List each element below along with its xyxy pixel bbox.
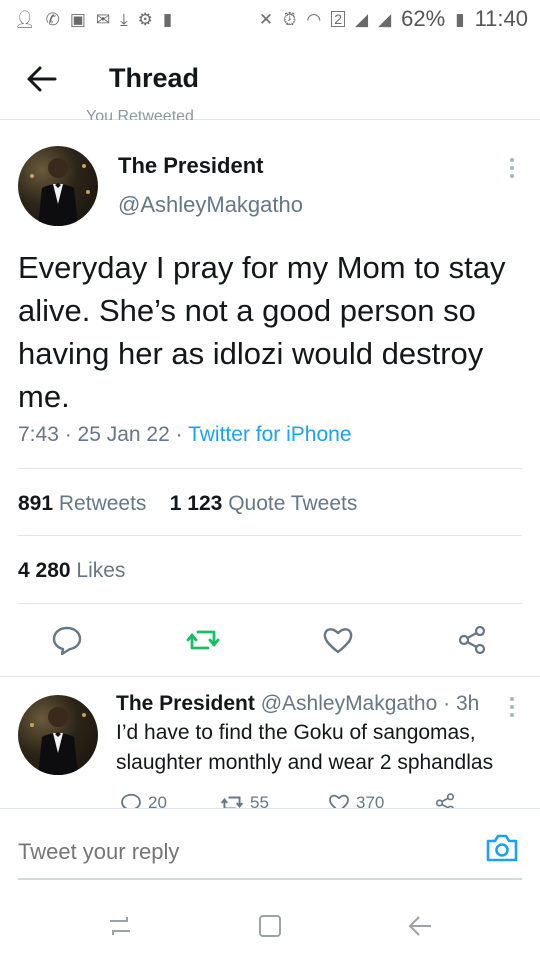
retweet-icon: [220, 796, 244, 808]
back-nav-icon[interactable]: [400, 908, 440, 944]
divider: [18, 468, 522, 469]
mute-icon: ✕: [258, 9, 274, 29]
reply-input[interactable]: [18, 839, 418, 865]
divider: [18, 603, 522, 604]
author-name[interactable]: The President: [118, 153, 263, 179]
status-bar: 👤︎ ✆ ▣ ✉ ⤓ ⚙ ▮ ✕ ⏰︎ ◠ 2 ◢ ◢ 62% ▮ 11:40: [0, 0, 540, 38]
home-icon[interactable]: [250, 908, 290, 944]
like-icon: [329, 794, 349, 808]
reply-retweet-button[interactable]: 55: [220, 792, 269, 808]
recent-apps-icon[interactable]: [100, 908, 140, 944]
system-nav-bar: [0, 890, 540, 960]
like-icon[interactable]: [322, 624, 354, 656]
sim-slot-badge: 2: [331, 11, 346, 27]
system-icons: ✕ ⏰︎ ◠ 2 ◢ ◢ 62% ▮ 11:40: [259, 6, 528, 32]
quote-tweets-link[interactable]: 1 123 Quote Tweets: [170, 492, 358, 515]
share-icon[interactable]: [456, 624, 488, 656]
reply-icon: [121, 793, 141, 808]
download-icon: ⤓: [120, 9, 128, 29]
author-handle[interactable]: @AshleyMakgatho: [118, 192, 303, 218]
more-options-icon[interactable]: [500, 153, 524, 183]
tweet-source-link[interactable]: Twitter for iPhone: [188, 423, 351, 446]
reply-author-handle: @AshleyMakgatho: [260, 692, 438, 715]
reply-text: I’d have to find the Goku of sangomas, s…: [116, 721, 494, 774]
reply-author-name: The President: [116, 692, 255, 715]
retweet-count: 891: [18, 492, 54, 515]
tweet-time: 7:43: [18, 423, 59, 446]
reply-composer: [0, 808, 540, 880]
reply-like-count: 370: [356, 793, 385, 808]
wifi-icon: ◠: [306, 9, 322, 29]
reply-header[interactable]: The President @AshleyMakgatho · 3h: [116, 692, 479, 716]
settings-icon: ⚙: [137, 9, 153, 29]
camera-icon[interactable]: [484, 832, 524, 868]
reply-avatar[interactable]: [18, 695, 98, 775]
battery-icon: ▮: [455, 9, 465, 29]
divider: [0, 676, 540, 677]
missed-call-icon: ✆: [45, 9, 60, 29]
tweet-actions: [0, 610, 540, 670]
retweet-context: You Retweeted: [86, 108, 194, 120]
reply-retweet-count: 55: [250, 793, 269, 808]
signal-2-icon: ◢: [378, 9, 392, 29]
person-icon: 👤︎: [14, 9, 36, 29]
quote-count: 1 123: [169, 492, 223, 515]
notification-icons: 👤︎ ✆ ▣ ✉ ⤓ ⚙ ▮: [14, 11, 172, 28]
retweet-stats: 891 Retweets 1 123 Quote Tweets: [18, 492, 357, 516]
tweet-text: Everyday I pray for my Mom to stay alive…: [18, 250, 506, 414]
reply-icon[interactable]: [51, 624, 83, 656]
back-arrow-icon[interactable]: [12, 38, 72, 120]
share-icon: [435, 793, 455, 808]
likes-label: Likes: [76, 559, 126, 582]
avatar[interactable]: [18, 146, 98, 226]
divider: [18, 535, 522, 536]
reply-share-button[interactable]: [434, 792, 456, 808]
gmail-icon: ✉: [95, 9, 111, 29]
alarm-icon: ⏰︎: [283, 9, 297, 29]
reply-actions: 20 55 370: [0, 790, 540, 808]
retweet-icon[interactable]: [186, 624, 220, 656]
retweets-label: Retweets: [58, 492, 147, 515]
likes-stats[interactable]: 4 280 Likes: [18, 559, 125, 583]
app-icon: ▮: [162, 9, 173, 29]
app-bar: Thread: [0, 38, 540, 120]
tweet-date: 25 Jan 22: [77, 423, 170, 446]
signal-icon: ◢: [355, 9, 369, 29]
like-count: 4 280: [18, 559, 71, 582]
reply-reply-count: 20: [148, 793, 167, 808]
battery-percent: 62%: [401, 6, 446, 31]
retweets-link[interactable]: 891 Retweets: [18, 492, 146, 515]
page-title: Thread: [109, 63, 200, 93]
voicemail-icon: ▣: [69, 9, 86, 29]
reply-age: 3h: [455, 692, 480, 715]
reply-reply-button[interactable]: 20: [120, 792, 167, 808]
tweet-meta: 7:43 · 25 Jan 22 · Twitter for iPhone: [18, 423, 352, 446]
composer-underline: [18, 878, 522, 880]
reply-like-button[interactable]: 370: [328, 792, 384, 808]
quote-tweets-label: Quote Tweets: [228, 492, 358, 515]
clock: 11:40: [474, 6, 528, 31]
